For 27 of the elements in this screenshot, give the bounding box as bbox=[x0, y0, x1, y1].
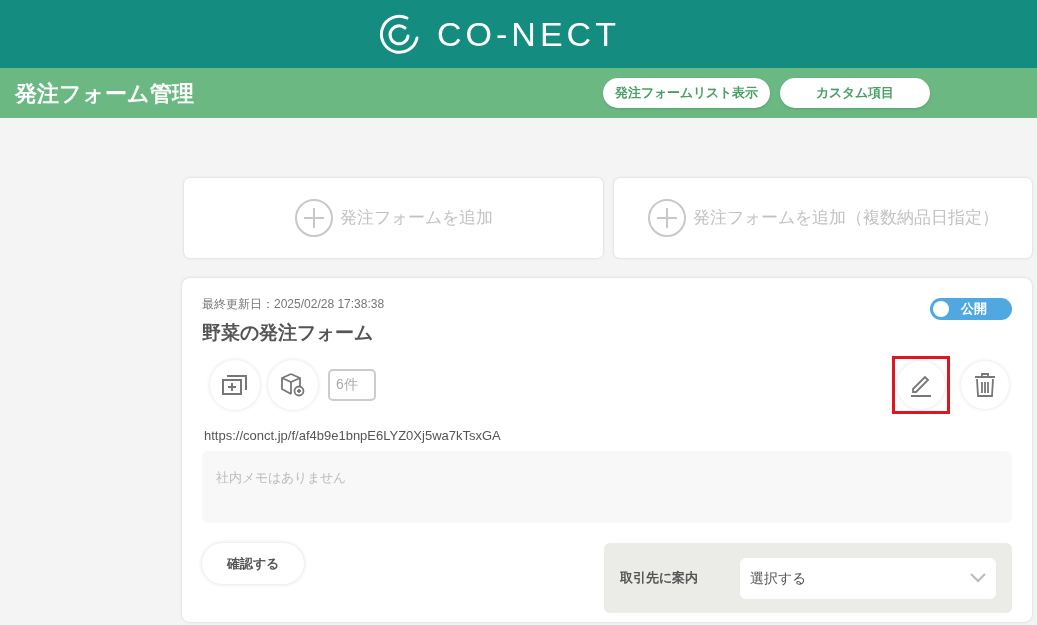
chevron-down-icon bbox=[970, 573, 986, 583]
plus-circle-icon bbox=[293, 198, 334, 238]
stacked-plus-icon bbox=[222, 373, 248, 396]
header-button[interactable]: カスタム項目 bbox=[780, 78, 930, 108]
add-item-button[interactable] bbox=[210, 359, 260, 410]
add-form-card[interactable]: 発注フォームを追加 bbox=[184, 178, 603, 258]
recipient-select[interactable]: 選択する bbox=[740, 557, 996, 599]
product-button[interactable] bbox=[268, 359, 318, 410]
guide-label: 取引先に案内 bbox=[620, 569, 699, 588]
page-title: 発注フォーム管理 bbox=[15, 79, 195, 108]
memo-field[interactable]: 社内メモはありません bbox=[202, 451, 1012, 523]
publish-toggle[interactable]: 公開 bbox=[930, 298, 1012, 320]
memo-placeholder: 社内メモはありません bbox=[216, 470, 346, 485]
box-plus-icon bbox=[280, 371, 306, 398]
publish-label: 公開 bbox=[961, 300, 987, 319]
trash-icon bbox=[973, 371, 997, 398]
form-url[interactable]: https://conct.jp/f/af4b9e1bnpE6LYZ0Xj5wa7kTsxGA bbox=[204, 425, 1012, 445]
last-updated: 最終更新日：2025/02/28 17:38:38 bbox=[202, 296, 385, 313]
toggle-knob bbox=[933, 301, 949, 317]
delete-button[interactable] bbox=[961, 360, 1009, 409]
item-count: 6件 bbox=[328, 368, 376, 401]
confirm-button[interactable]: 確認する bbox=[202, 543, 304, 584]
form-title: 野菜の発注フォーム bbox=[202, 321, 374, 345]
plus-circle-icon bbox=[646, 198, 687, 238]
logo-text: CO-NECT bbox=[437, 17, 620, 51]
header-button[interactable]: 発注フォームリスト表示 bbox=[603, 78, 770, 108]
add-form-card[interactable]: 発注フォームを追加（複数納品日指定） bbox=[613, 178, 1032, 258]
